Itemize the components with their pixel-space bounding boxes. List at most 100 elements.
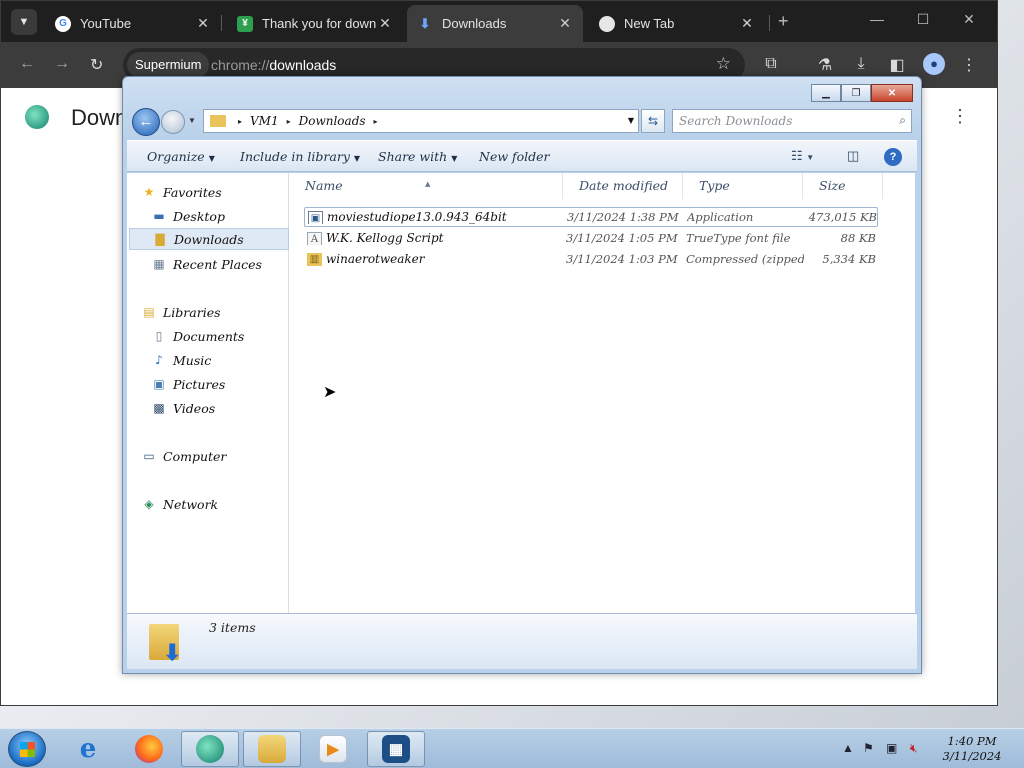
taskbar-internet-explorer[interactable]: e <box>59 731 117 767</box>
command-bar: Organize ▼ Include in library ▼ Share with… <box>127 140 917 172</box>
nav-favorites[interactable]: ★ Favorites <box>141 181 301 203</box>
help-icon[interactable]: ? <box>884 148 902 166</box>
file-row[interactable]: ▥ winaerotweaker 3/11/2024 1:03 PM Compre… <box>304 249 878 269</box>
explorer-window: ▁ ❐ ✕ ← ▼ ▸ VM1 ▸ Downloads ▸ ▼ ⇆ Search… <box>122 76 922 674</box>
maximize-button[interactable]: ☐ <box>913 11 933 28</box>
nav-videos[interactable]: ▩ Videos <box>151 397 311 419</box>
extensions-icon[interactable]: ⧉ <box>761 55 781 73</box>
breadcrumb-separator-icon[interactable]: ▸ <box>374 117 378 126</box>
taskbar-media-player[interactable]: ▶ <box>304 731 362 767</box>
profile-avatar-icon[interactable]: ● <box>923 53 945 75</box>
tab-thank-you[interactable]: ¥ Thank you for downloading ✕ <box>227 5 403 42</box>
url-scheme: chrome:// <box>211 57 270 73</box>
explorer-close-button[interactable]: ✕ <box>871 84 913 102</box>
explorer-minimize-button[interactable]: ▁ <box>811 84 841 102</box>
plus-icon: + <box>778 11 789 31</box>
organize-button[interactable]: Organize ▼ <box>147 149 215 164</box>
action-center-flag-icon[interactable]: ⚑ <box>863 741 874 755</box>
close-tab-icon[interactable]: ✕ <box>377 15 393 32</box>
volume-muted-icon[interactable]: 🔇︎ <box>910 741 918 756</box>
google-g-icon: G <box>55 15 71 32</box>
taskbar-firefox[interactable] <box>120 731 178 767</box>
nav-downloads[interactable]: ▇ Downloads <box>129 228 289 250</box>
download-site-icon: ¥ <box>237 15 253 32</box>
chevron-down-icon: ▼ <box>208 154 215 163</box>
zip-folder-icon: ▥ <box>307 253 322 266</box>
taskbar-supermium[interactable] <box>181 731 239 767</box>
tab-new-tab[interactable]: New Tab ✕ <box>589 5 765 42</box>
arrow-left-icon: ← <box>138 113 154 130</box>
close-window-button[interactable]: ✕ <box>959 11 979 28</box>
nav-libraries[interactable]: ▤ Libraries <box>141 301 301 323</box>
explorer-maximize-button[interactable]: ❐ <box>841 84 871 102</box>
chevron-down-icon: ▼ <box>18 16 30 28</box>
back-button[interactable]: ← <box>19 55 35 73</box>
tab-youtube[interactable]: G YouTube ✕ <box>45 5 221 42</box>
forward-button[interactable]: → <box>54 55 70 73</box>
explorer-refresh-button[interactable]: ⇆ <box>641 109 665 133</box>
tab-strip: ▼ G YouTube ✕ ¥ Thank you for downloadin… <box>1 1 997 42</box>
share-with-button[interactable]: Share with ▼ <box>378 149 457 164</box>
computer-icon: ▭ <box>143 449 155 463</box>
column-header-name[interactable]: Name ▲ <box>289 173 563 199</box>
nav-recent-places[interactable]: ▦ Recent Places <box>151 253 311 275</box>
taskbar-movie-studio[interactable]: ▦ <box>367 731 425 767</box>
close-tab-icon[interactable]: ✕ <box>557 15 573 32</box>
preview-pane-icon[interactable]: ◫ <box>847 148 859 164</box>
view-options-icon[interactable]: ☷ ▼ <box>791 148 814 164</box>
arrow-left-icon: ← <box>19 55 35 72</box>
file-row[interactable]: A W.K. Kellogg Script 3/11/2024 1:05 PM T… <box>304 228 878 248</box>
url-text[interactable]: chrome://downloads <box>211 57 336 73</box>
close-tab-icon[interactable]: ✕ <box>195 15 211 32</box>
videos-icon: ▩ <box>153 401 165 415</box>
url-path: downloads <box>269 57 337 73</box>
nav-music[interactable]: ♪ Music <box>151 349 311 371</box>
nav-pictures[interactable]: ▣ Pictures <box>151 373 311 395</box>
breadcrumb-separator-icon[interactable]: ▸ <box>287 117 291 126</box>
labs-flask-icon[interactable]: ⚗ <box>815 55 835 75</box>
documents-icon: ▯ <box>155 329 163 343</box>
file-row[interactable]: ▣ moviestudiope13.0.943_64bit 3/11/2024 1… <box>304 207 878 227</box>
explorer-search-input[interactable]: Search Downloads ⌕ <box>672 109 912 133</box>
explorer-forward-button[interactable] <box>161 110 185 134</box>
tab-search-button[interactable]: ▼ <box>11 9 37 35</box>
taskbar-file-explorer[interactable] <box>243 731 301 767</box>
breadcrumb-downloads[interactable]: Downloads <box>299 114 366 128</box>
network-tray-icon[interactable]: ▣ <box>886 741 897 755</box>
file-list-pane: Name ▲ Date modified Type Size ▣ moviestud… <box>289 173 915 613</box>
menu-kebab-icon[interactable]: ⋮ <box>959 55 979 75</box>
explorer-address-bar[interactable]: ▸ VM1 ▸ Downloads ▸ ▼ <box>203 109 639 133</box>
reload-button[interactable]: ↻ <box>90 55 103 75</box>
explorer-back-button[interactable]: ← <box>132 108 160 136</box>
site-chip[interactable]: Supermium <box>127 52 210 78</box>
new-folder-button[interactable]: New folder <box>479 149 550 164</box>
close-tab-icon[interactable]: ✕ <box>739 15 755 32</box>
address-history-dropdown-icon[interactable]: ▼ <box>628 116 634 125</box>
nav-documents[interactable]: ▯ Documents <box>151 325 311 347</box>
minimize-button[interactable]: — <box>867 11 887 27</box>
recent-pages-dropdown-icon[interactable]: ▼ <box>188 116 196 125</box>
column-header-size[interactable]: Size <box>803 173 883 199</box>
start-button[interactable] <box>8 731 46 767</box>
taskbar-clock[interactable]: 1:40 PM 3/11/2024 <box>936 734 1008 764</box>
tab-downloads[interactable]: ⬇ Downloads ✕ <box>407 5 583 42</box>
bookmark-star-icon[interactable]: ☆ <box>716 54 731 74</box>
pictures-icon: ▣ <box>153 377 165 391</box>
nav-network[interactable]: ◈ Network <box>141 493 301 515</box>
clock-date: 3/11/2024 <box>942 749 1002 763</box>
reload-icon: ↻ <box>90 57 104 74</box>
new-tab-button[interactable]: + <box>778 11 789 32</box>
breadcrumb-separator-icon[interactable]: ▸ <box>238 117 242 126</box>
nav-computer[interactable]: ▭ Computer <box>141 445 301 467</box>
column-header-type[interactable]: Type <box>683 173 803 199</box>
breadcrumb-vm1[interactable]: VM1 <box>250 114 279 128</box>
nav-desktop[interactable]: ▬ Desktop <box>151 205 311 227</box>
downloads-icon[interactable]: ⤓ <box>851 55 871 73</box>
show-hidden-icons-button[interactable]: ▲ <box>842 741 854 755</box>
mouse-cursor-icon: ➤ <box>323 384 337 401</box>
side-panel-icon[interactable]: ◧ <box>887 55 907 75</box>
page-menu-kebab-icon[interactable]: ⋮ <box>951 106 969 127</box>
include-in-library-button[interactable]: Include in library ▼ <box>240 149 360 164</box>
search-icon[interactable]: ⌕ <box>899 113 906 128</box>
column-header-date-modified[interactable]: Date modified <box>563 173 683 199</box>
